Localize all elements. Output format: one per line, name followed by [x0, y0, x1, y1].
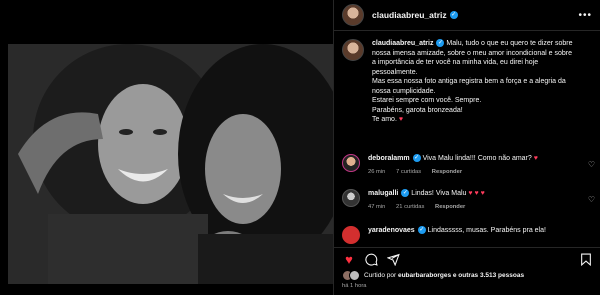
comment-item: malugalli ✓ Lindas! Viva Malu ♥ ♥ ♥ 47 mi… — [334, 189, 600, 212]
bookmark-icon[interactable] — [579, 253, 593, 267]
verified-badge-icon: ✓ — [449, 11, 458, 19]
likes-prefix: Curtido por — [364, 272, 397, 279]
caption-line: nossa imensa amizade, sobre o meu amor i… — [372, 49, 572, 57]
reply-button[interactable]: Responder — [435, 204, 465, 210]
caption-line: Malu, tudo o que eu quero te dizer sobre — [446, 40, 573, 47]
verified-badge-icon: ✓ — [417, 226, 426, 234]
liker-username[interactable]: eubarbaraborges — [398, 272, 451, 279]
caption-line: nossa cumplicidade. — [372, 87, 436, 95]
comment-item: deboralamm ✓ Viva Malu linda!!! Como não … — [334, 154, 600, 177]
avatar[interactable] — [349, 270, 360, 281]
caption-line: Mas essa nossa foto antiga registra bem … — [372, 78, 566, 85]
caption-author-avatar[interactable] — [342, 39, 364, 61]
comment-text: Viva Malu linda!!! Como não amar? — [422, 155, 532, 162]
comment-likes-count[interactable]: 7 curtidas — [396, 169, 421, 175]
commenter-avatar[interactable] — [342, 226, 360, 244]
action-bar: ♥ — [334, 247, 600, 267]
caption-text: claudiaabreu_atriz ✓ Malu, tudo o que eu … — [372, 39, 592, 125]
comment-time[interactable]: 26 min — [368, 169, 385, 175]
reply-button[interactable]: Responder — [432, 169, 462, 175]
caption-author-username[interactable]: claudiaabreu_atriz — [372, 40, 433, 47]
commenter-avatar[interactable] — [342, 154, 360, 172]
comment-text: Lindasssss, musas. Parabéns pra ela! — [427, 227, 546, 234]
heart-filled-icon[interactable]: ♥ — [342, 252, 356, 267]
verified-badge-icon: ✓ — [436, 39, 445, 47]
comment-text: Lindas! Viva Malu — [411, 190, 467, 197]
commenter-username[interactable]: malugalli — [368, 190, 398, 197]
post-timestamp[interactable]: há 1 hora — [342, 283, 367, 289]
comment-time[interactable]: 47 min — [368, 204, 385, 210]
author-avatar[interactable] — [342, 4, 364, 26]
comment-like-heart-icon[interactable]: ♡ — [588, 195, 595, 204]
likes-summary: Curtido por eubarbaraborges e outras 3.5… — [342, 270, 524, 281]
comment-icon[interactable] — [364, 253, 378, 267]
verified-badge-icon: ✓ — [401, 189, 410, 197]
more-horizontal-icon[interactable]: ••• — [578, 10, 592, 21]
post-header: claudiaabreu_atriz ✓ ••• — [334, 0, 600, 31]
caption-line: a importância de ter você na minha vida,… — [372, 59, 539, 66]
commenter-username[interactable]: deboralamm — [368, 155, 410, 162]
heart-emoji-icon: ♥ — [533, 155, 538, 162]
commenter-avatar[interactable] — [342, 189, 360, 207]
post-side-panel: claudiaabreu_atriz ✓ ••• claudiaabreu_at… — [333, 0, 600, 295]
photo-illustration — [8, 44, 333, 284]
photo-panel — [0, 0, 333, 295]
share-icon[interactable] — [386, 253, 400, 267]
comment-likes-count[interactable]: 21 curtidas — [396, 204, 424, 210]
caption: claudiaabreu_atriz ✓ Malu, tudo o que eu … — [334, 31, 600, 125]
caption-line: pessoalmente. — [372, 68, 418, 76]
caption-line: Estarei sempre com você. Sempre. — [372, 97, 482, 104]
comment-item: yaradenovaes ✓ Lindasssss, musas. Parabén… — [334, 226, 600, 244]
liker-avatars[interactable] — [342, 270, 360, 281]
post-photo[interactable] — [8, 44, 333, 284]
commenter-username[interactable]: yaradenovaes — [368, 227, 415, 234]
caption-line: Te amo. — [372, 116, 397, 123]
comment-like-heart-icon[interactable]: ♡ — [588, 160, 595, 169]
author-username[interactable]: claudiaabreu_atriz — [372, 10, 447, 20]
heart-emoji-icon: ♥ — [398, 116, 404, 123]
caption-line: Parabéns, garota bronzeada! — [372, 106, 463, 114]
verified-badge-icon: ✓ — [412, 154, 421, 162]
likes-others[interactable]: e outras 3.513 pessoas — [453, 272, 524, 279]
heart-emoji-icon: ♥ ♥ ♥ — [468, 190, 485, 197]
